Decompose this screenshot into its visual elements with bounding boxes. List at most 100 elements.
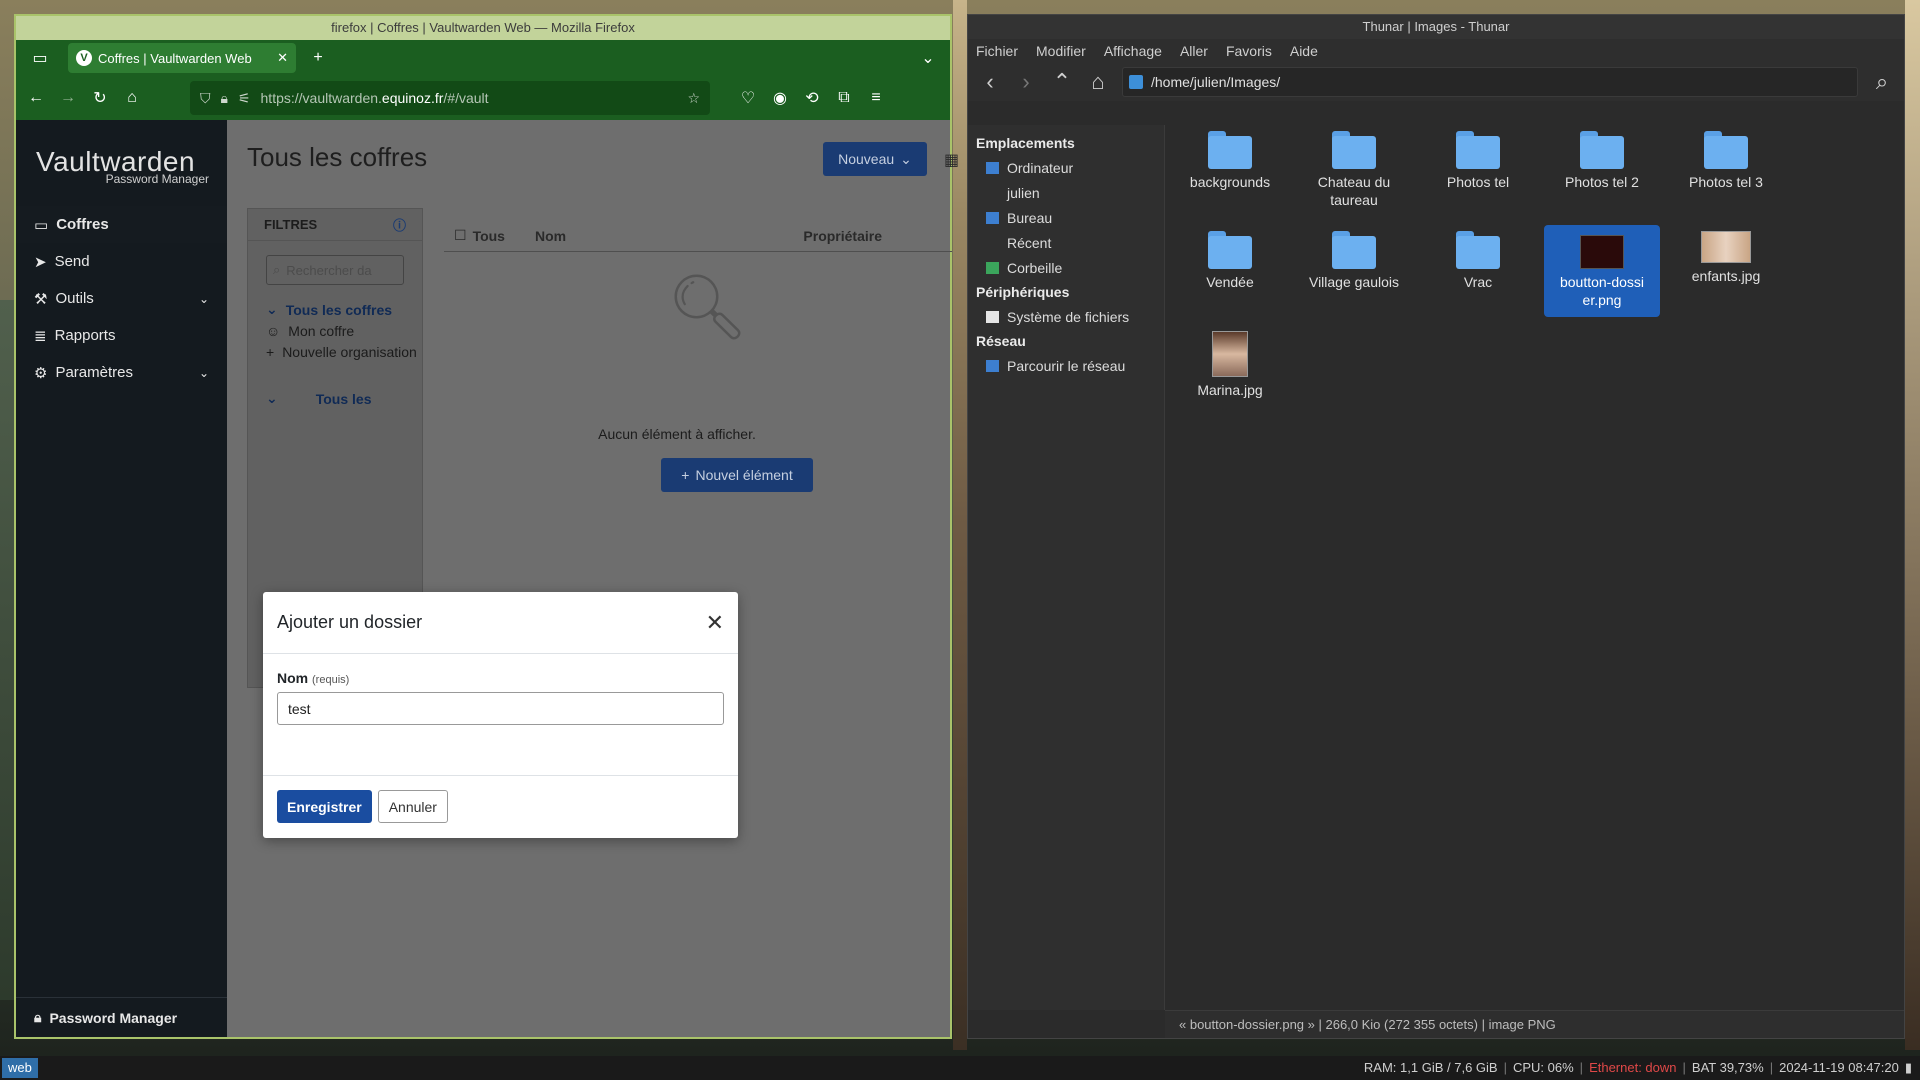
menu-bookmarks[interactable]: Favoris <box>1226 43 1272 59</box>
filter-all-vaults[interactable]: ⌄ Tous les coffres <box>248 299 422 320</box>
home-icon[interactable]: ⌂ <box>118 89 146 107</box>
list-tabs-icon[interactable]: ⌄ <box>914 48 942 68</box>
folder-icon <box>1332 231 1376 269</box>
firefox-titlebar[interactable]: firefox | Coffres | Vaultwarden Web — Mo… <box>16 16 950 40</box>
nav-send[interactable]: ➤ Send <box>16 243 227 280</box>
filter-all-items[interactable]: ⌄ Tous les <box>248 388 422 409</box>
tab-overview-icon[interactable]: ▭ <box>26 48 54 68</box>
workspace-indicator[interactable]: web <box>2 1058 38 1078</box>
file-item[interactable]: Village gaulois <box>1296 225 1412 291</box>
forward-icon[interactable]: › <box>1014 69 1038 95</box>
name-label: Nom (requis) <box>277 670 350 686</box>
lock-icon[interactable]: 🔒︎ <box>221 90 228 107</box>
place-home[interactable]: julien <box>968 180 1164 205</box>
col-name[interactable]: Nom <box>535 228 566 244</box>
desktop-icon <box>986 211 999 224</box>
extensions-icon[interactable]: ⧉ <box>830 89 858 107</box>
pocket-icon[interactable]: ♡ <box>734 88 762 108</box>
thunar-window: Thunar | Images - Thunar Fichier Modifie… <box>967 14 1905 1039</box>
thunar-titlebar[interactable]: Thunar | Images - Thunar <box>968 15 1904 39</box>
up-icon[interactable]: ⌃ <box>1050 69 1074 95</box>
nav-vaults[interactable]: ▭ Coffres <box>16 206 227 243</box>
menu-view[interactable]: Affichage <box>1104 43 1162 59</box>
file-item[interactable]: backgrounds <box>1172 125 1288 191</box>
file-item[interactable]: Vendée <box>1172 225 1288 291</box>
network-browse[interactable]: Parcourir le réseau <box>968 353 1164 378</box>
new-dropdown-button[interactable]: Nouveau ⌄ <box>823 142 927 176</box>
search-icon[interactable]: ⌕ <box>1870 69 1894 95</box>
reload-icon[interactable]: ↻ <box>86 88 114 108</box>
vw-logo[interactable]: Vaultwarden Password Manager <box>16 120 227 206</box>
vaultwarden-favicon: V <box>76 50 92 66</box>
place-recent[interactable]: Récent <box>968 230 1164 255</box>
history-icon[interactable]: ⟲ <box>798 88 826 108</box>
permissions-icon[interactable]: ⚟ <box>238 90 251 107</box>
help-icon[interactable]: ⓘ <box>393 215 406 234</box>
dialog-header: Ajouter un dossier ✕ <box>263 592 738 654</box>
url-bar[interactable]: ⛉ 🔒︎ ⚟ https://vaultwarden.equinoz.fr/#/… <box>190 81 710 115</box>
close-tab-icon[interactable]: ✕ <box>277 50 288 66</box>
file-item[interactable]: enfants.jpg <box>1668 225 1784 285</box>
home-icon[interactable]: ⌂ <box>1086 69 1110 95</box>
search-icon: ⌕ <box>273 262 281 277</box>
file-item[interactable]: Marina.jpg <box>1172 325 1288 399</box>
chevron-down-icon: ⌄ <box>198 365 209 380</box>
forward-icon[interactable]: → <box>54 89 82 107</box>
file-item[interactable]: Chateau du taureau <box>1296 125 1412 209</box>
place-trash[interactable]: Corbeille <box>968 255 1164 280</box>
dialog-footer: Enregistrer Annuler <box>263 776 738 837</box>
bookmark-star-icon[interactable]: ☆ <box>687 90 700 107</box>
back-icon[interactable]: ‹ <box>978 69 1002 95</box>
folder-icon <box>1456 131 1500 169</box>
filter-my-vault[interactable]: ☺ Mon coffre <box>248 320 422 341</box>
close-icon[interactable]: ✕ <box>706 610 724 636</box>
new-item-button[interactable]: + Nouvel élément <box>661 458 813 492</box>
battery-status: BAT 39,73% <box>1691 1060 1764 1075</box>
folder-icon <box>1208 131 1252 169</box>
vault-icon: ▭ <box>34 216 49 234</box>
file-item[interactable]: Photos tel <box>1420 125 1536 191</box>
file-item[interactable]: Photos tel 2 <box>1544 125 1660 191</box>
menu-help[interactable]: Aide <box>1290 43 1318 59</box>
cancel-button[interactable]: Annuler <box>377 790 448 823</box>
file-item-selected[interactable]: boutton-dossier.png <box>1544 225 1660 317</box>
select-all-checkbox[interactable]: ☐ <box>454 227 467 244</box>
file-item[interactable]: Vrac <box>1420 225 1536 291</box>
grid-icon[interactable]: ▦ <box>944 150 959 170</box>
plus-icon: + <box>681 467 690 483</box>
place-desktop[interactable]: Bureau <box>968 205 1164 230</box>
devices-header: Périphériques <box>976 284 1070 300</box>
browser-tab[interactable]: V Coffres | Vaultwarden Web ✕ <box>68 43 296 73</box>
reports-icon: ≣ <box>34 327 47 345</box>
drive-icon <box>986 310 999 323</box>
home-icon <box>986 187 999 199</box>
folder-name-input[interactable] <box>277 692 724 725</box>
clock: 2024-11-19 08:47:20 <box>1779 1060 1899 1075</box>
dialog-title: Ajouter un dossier <box>277 612 423 632</box>
shield-icon[interactable]: ⛉ <box>200 90 211 107</box>
save-button[interactable]: Enregistrer <box>277 790 372 823</box>
new-tab-icon[interactable]: + <box>304 49 332 67</box>
nav-settings[interactable]: ⚙ Paramètres ⌄ <box>16 354 227 391</box>
filter-new-org[interactable]: + Nouvelle organisation <box>248 341 422 362</box>
file-item[interactable]: Photos tel 3 <box>1668 125 1784 191</box>
firefox-tabbar: ▭ V Coffres | Vaultwarden Web ✕ + ⌄ <box>16 40 950 76</box>
filter-search-input[interactable]: ⌕ Rechercher da <box>266 255 404 285</box>
menu-go[interactable]: Aller <box>1180 43 1208 59</box>
menu-file[interactable]: Fichier <box>976 43 1018 59</box>
product-switcher[interactable]: 🔒︎ Password Manager <box>16 997 227 1037</box>
network-icon <box>986 359 999 372</box>
ethernet-status: Ethernet: down <box>1589 1060 1677 1075</box>
nav-tools[interactable]: ⚒ Outils ⌄ <box>16 280 227 317</box>
back-icon[interactable]: ← <box>22 89 50 107</box>
location-bar[interactable]: /home/julien/Images/ <box>1122 67 1858 97</box>
device-filesystem[interactable]: Système de fichiers <box>968 304 1164 329</box>
menu-edit[interactable]: Modifier <box>1036 43 1086 59</box>
firefox-window: firefox | Coffres | Vaultwarden Web — Mo… <box>14 14 959 1039</box>
place-computer[interactable]: Ordinateur <box>968 155 1164 180</box>
nav-reports[interactable]: ≣ Rapports <box>16 317 227 354</box>
menu-icon[interactable]: ≡ <box>862 89 890 107</box>
account-icon[interactable]: ◉ <box>766 88 794 108</box>
url-text[interactable]: https://vaultwarden.equinoz.fr/#/vault <box>261 90 678 106</box>
user-icon: ☺ <box>266 322 281 339</box>
